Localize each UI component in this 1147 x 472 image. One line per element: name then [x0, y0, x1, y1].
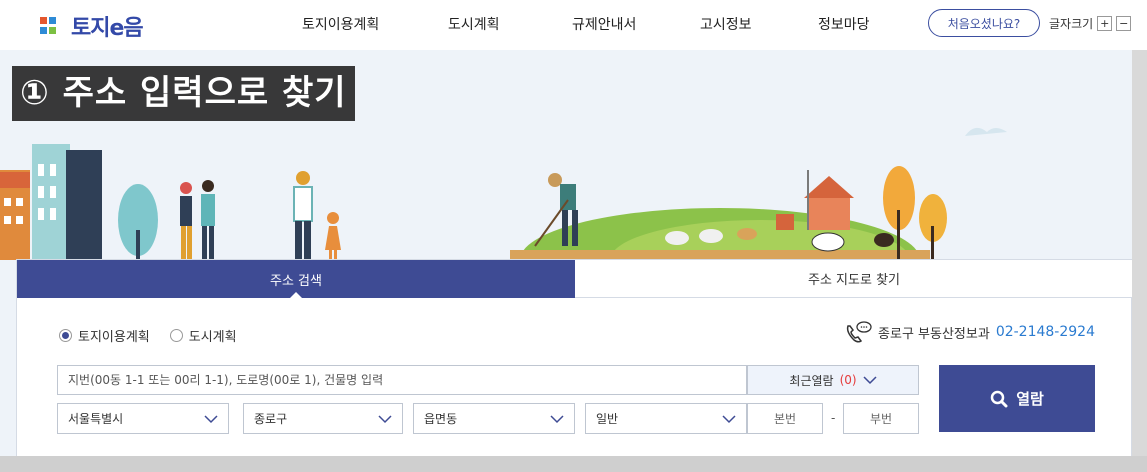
main-number-input[interactable]: 본번	[747, 403, 823, 434]
select-value: 종로구	[254, 412, 288, 426]
radio-label: 도시계획	[188, 330, 237, 345]
farm-house	[776, 170, 854, 230]
radio-urban-plan[interactable]: 도시계획	[169, 326, 237, 345]
tab-map-search[interactable]: 주소 지도로 찾기	[575, 260, 1133, 298]
bottom-edge-bar	[0, 456, 1147, 472]
select-city[interactable]: 서울특별시	[57, 403, 229, 434]
search-icon	[990, 390, 1008, 407]
select-town[interactable]: 읍면동	[413, 403, 575, 434]
view-button[interactable]: 열람	[939, 365, 1095, 432]
number-separator: -	[831, 411, 836, 425]
select-district[interactable]: 종로구	[243, 403, 403, 434]
people-couple	[180, 180, 215, 260]
chevron-down-icon	[722, 414, 736, 423]
contact-info: 종로구 부동산정보과 02-2148-2924	[844, 320, 1095, 344]
radio-checked-icon	[59, 329, 72, 342]
select-value: 읍면동	[424, 412, 458, 426]
nav-regulation-guide[interactable]: 규제안내서	[572, 14, 636, 34]
office-name: 종로구 부동산정보과	[878, 326, 990, 342]
recent-label: 최근열람	[789, 373, 834, 388]
chevron-down-icon	[378, 414, 392, 423]
radio-unchecked-icon	[169, 329, 183, 342]
chevron-down-icon	[204, 414, 218, 423]
radio-label: 토지이용계획	[78, 330, 150, 345]
right-edge-bar	[1132, 50, 1147, 460]
office-phone-link[interactable]: 02-2148-2924	[996, 324, 1095, 340]
phone-icon	[846, 321, 872, 343]
sub-number-input[interactable]: 부번	[843, 403, 919, 434]
radio-land-use-plan[interactable]: 토지이용계획	[59, 326, 150, 345]
nav-notice-info[interactable]: 고시정보	[700, 14, 752, 34]
recent-view-dropdown[interactable]: 최근열람 (0)	[747, 365, 919, 395]
landscape-illustration	[0, 127, 1007, 260]
font-decrease-button[interactable]: −	[1116, 16, 1132, 31]
recent-count: (0)	[839, 373, 857, 387]
site-header: 토지e음 토지이용계획 도시계획 규제안내서 고시정보 정보마당 처음오셨나요?…	[0, 0, 1147, 50]
font-size-label: 글자크기	[1049, 17, 1094, 31]
people-parent-child	[293, 171, 341, 260]
nav-land-use-plan[interactable]: 토지이용계획	[302, 14, 379, 34]
plan-type-radios: 토지이용계획 도시계획	[59, 326, 237, 345]
browser-frame: 토지e음 토지이용계획 도시계획 규제안내서 고시정보 정보마당 처음오셨나요?…	[0, 0, 1147, 472]
select-value: 일반	[596, 412, 619, 426]
tab-address-search[interactable]: 주소 검색	[17, 260, 575, 299]
first-visit-button[interactable]: 처음오셨나요?	[928, 9, 1040, 37]
nav-urban-plan[interactable]: 도시계획	[448, 14, 500, 34]
search-tabs: 주소 검색 주소 지도로 찾기	[17, 260, 1133, 299]
view-button-label: 열람	[1016, 390, 1044, 408]
left-buildings	[0, 144, 102, 260]
font-increase-button[interactable]: +	[1097, 16, 1113, 31]
step-title-overlay: ① 주소 입력으로 찾기	[12, 66, 355, 121]
chevron-down-icon	[550, 414, 564, 423]
select-value: 서울특별시	[68, 412, 124, 426]
font-size-control: 글자크기 + −	[1049, 15, 1132, 32]
cloud	[965, 127, 1007, 136]
nav-info-square[interactable]: 정보마당	[818, 14, 870, 34]
select-lot-type[interactable]: 일반	[585, 403, 747, 434]
address-search-panel: 주소 검색 주소 지도로 찾기 토지이용계획 도시계획 종로구 부동산정보과 0…	[16, 259, 1133, 464]
address-search-input[interactable]: 지번(00동 1-1 또는 00리 1-1), 도로명(00로 1), 건물명 …	[57, 365, 747, 395]
chevron-down-icon	[863, 376, 877, 385]
tree-left	[118, 184, 158, 260]
